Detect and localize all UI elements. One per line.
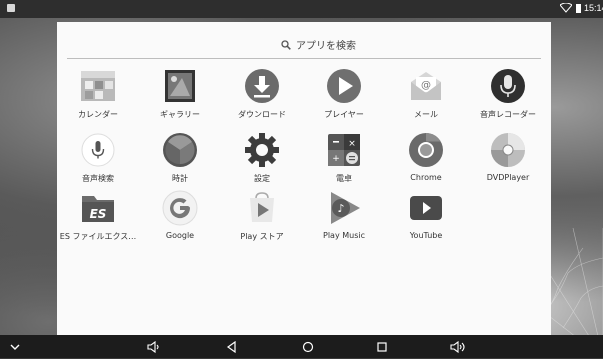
app-calendar[interactable]: カレンダー [57,66,139,120]
download-icon [242,66,282,106]
app-label: ダウンロード [238,110,286,119]
recents-icon[interactable] [374,339,390,355]
app-label: ギャラリー [160,110,200,119]
app-label: 時計 [172,174,188,183]
play-store-icon [242,188,282,228]
app-calculator[interactable]: × + 電卓 [303,130,385,184]
app-download[interactable]: ダウンロード [221,66,303,120]
calculator-icon: × + [324,130,364,170]
app-label: Chrome [410,173,442,182]
app-label: DVDPlayer [486,173,530,182]
app-label: 電卓 [336,174,352,183]
volume-down-icon[interactable] [146,339,162,355]
app-player[interactable]: プレイヤー [303,66,385,120]
microphone-icon [488,66,528,106]
app-drawer: アプリを検索 カレンダー ギャラリー ダウンロード プレイヤー @ メール 音声… [57,22,551,335]
volume-up-icon[interactable] [450,339,466,355]
app-settings[interactable]: 設定 [221,130,303,184]
svg-text:×: × [348,139,356,149]
search-input[interactable]: アプリを検索 [296,37,356,52]
search-icon [281,39,291,50]
app-search-bar[interactable]: アプリを検索 [67,28,541,59]
status-time: 15:14 [584,3,603,13]
settings-gear-icon [242,130,282,170]
notification-image-icon [7,4,15,12]
voice-search-icon [78,130,118,170]
app-play-store[interactable]: Play ストア [221,188,303,242]
dvd-icon [488,130,528,170]
app-email[interactable]: @ メール [385,66,467,120]
clock-icon [160,130,200,170]
svg-text:ES: ES [90,207,107,221]
chrome-icon [406,130,446,170]
app-label: Play ストア [240,232,284,241]
play-music-icon: ♪ [324,188,364,228]
app-label: プレイヤー [324,110,364,119]
app-google[interactable]: Google [139,188,221,240]
wifi-icon [560,3,572,13]
svg-text:+: + [332,154,340,164]
player-icon [324,66,364,106]
app-label: Play Music [323,231,365,240]
back-icon[interactable] [224,339,240,355]
app-label: YouTube [409,231,443,240]
svg-text:@: @ [421,80,431,91]
app-label: Google [165,231,195,240]
gallery-icon [160,66,200,106]
app-clock[interactable]: 時計 [139,130,221,184]
chevron-down-icon[interactable] [7,339,23,355]
battery-icon [576,4,581,13]
svg-text:♪: ♪ [337,202,344,215]
app-youtube[interactable]: YouTube [385,188,467,240]
app-es-file-explorer[interactable]: ES ES ファイルエクス… [57,188,139,242]
app-label: メール [414,110,438,119]
es-file-explorer-icon: ES [78,188,118,228]
app-voice-search[interactable]: 音声検索 [57,130,139,184]
app-chrome[interactable]: Chrome [385,130,467,182]
app-dvd-player[interactable]: DVDPlayer [467,130,549,182]
status-bar: 15:14 [0,0,603,18]
google-icon [160,188,200,228]
app-label: カレンダー [78,110,118,119]
email-icon: @ [406,66,446,106]
app-label: ES ファイルエクス… [59,232,137,241]
home-icon[interactable] [300,339,316,355]
navigation-bar [0,335,603,358]
app-voice-recorder[interactable]: 音声レコーダー [467,66,549,120]
app-play-music[interactable]: ♪ Play Music [303,188,385,240]
app-label: 音声レコーダー [480,110,536,119]
app-label: 音声検索 [82,174,114,183]
app-gallery[interactable]: ギャラリー [139,66,221,120]
calendar-icon [78,66,118,106]
youtube-icon [406,188,446,228]
app-label: 設定 [254,174,270,183]
